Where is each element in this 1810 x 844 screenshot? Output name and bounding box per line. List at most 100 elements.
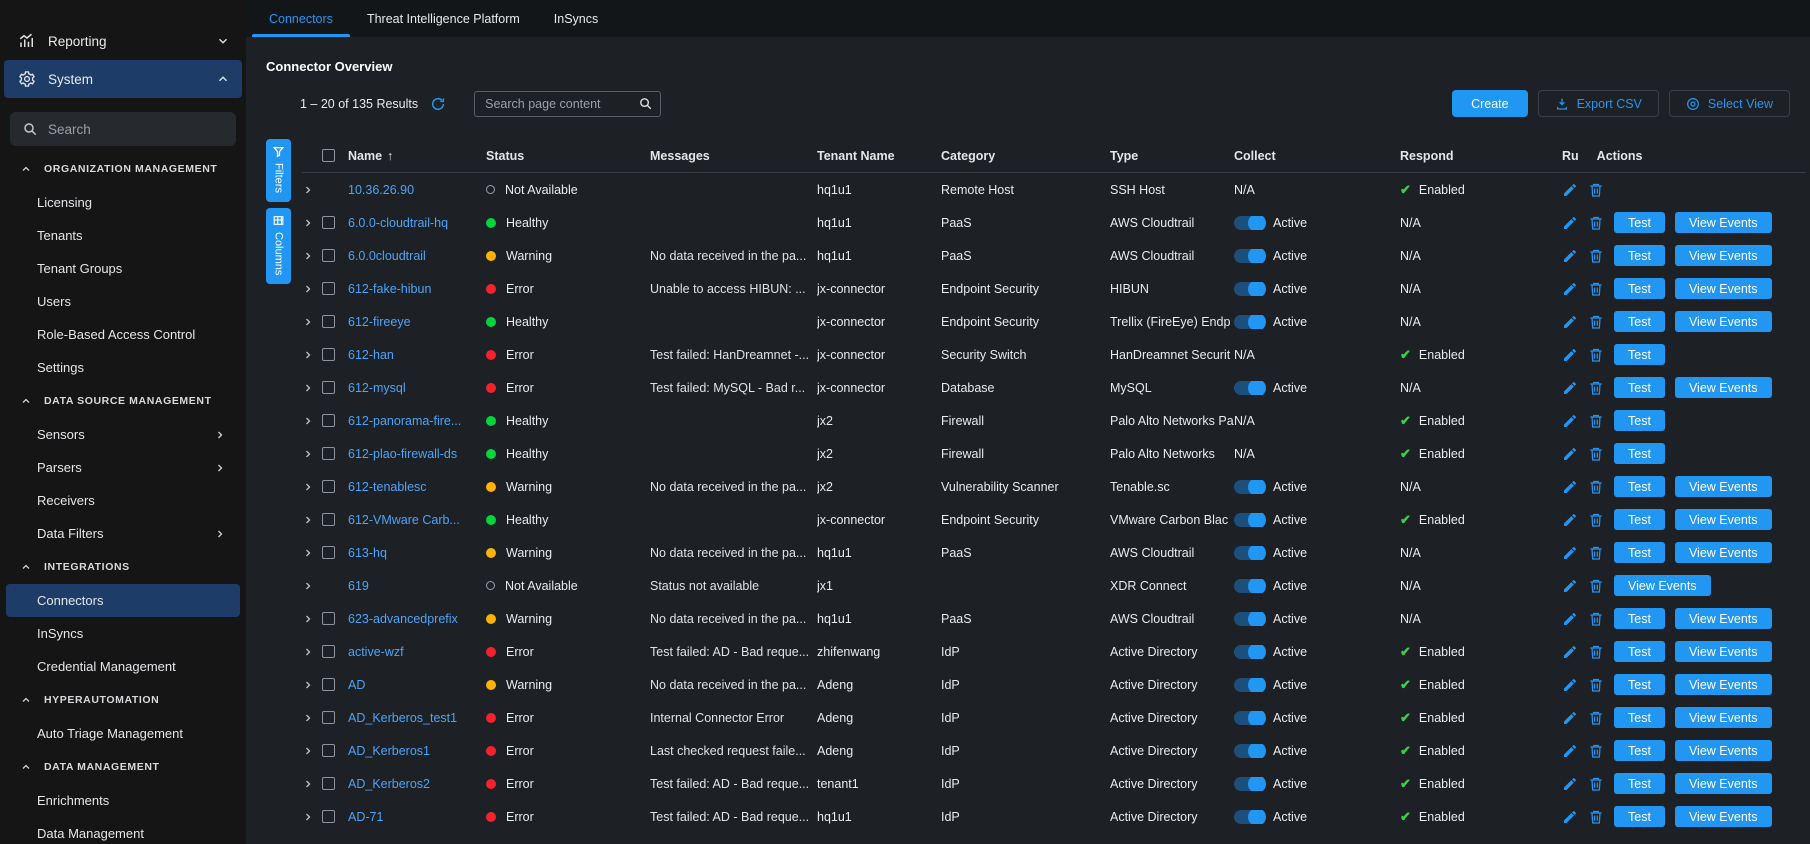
sidebar-item-tenants[interactable]: Tenants	[6, 219, 240, 252]
edit-pencil-icon[interactable]	[1562, 215, 1578, 231]
edit-pencil-icon[interactable]	[1562, 776, 1578, 792]
collect-toggle-on[interactable]	[1234, 216, 1264, 230]
view-events-button[interactable]: View Events	[1675, 377, 1772, 398]
edit-pencil-icon[interactable]	[1562, 545, 1578, 561]
collect-toggle-on[interactable]	[1234, 810, 1264, 824]
column-header-status[interactable]: Status	[486, 149, 650, 163]
delete-trash-icon[interactable]	[1588, 314, 1604, 330]
chevron-right-icon[interactable]	[302, 283, 314, 295]
chevron-right-icon[interactable]	[302, 712, 314, 724]
view-events-button[interactable]: View Events	[1675, 806, 1772, 827]
section-header-data-source-management[interactable]: DATA SOURCE MANAGEMENT	[0, 384, 246, 418]
delete-trash-icon[interactable]	[1588, 182, 1604, 198]
view-events-button[interactable]: View Events	[1675, 278, 1772, 299]
delete-trash-icon[interactable]	[1588, 776, 1604, 792]
edit-pencil-icon[interactable]	[1562, 380, 1578, 396]
chevron-right-icon[interactable]	[302, 646, 314, 658]
filters-button[interactable]: Filters	[266, 139, 291, 202]
row-checkbox[interactable]	[322, 381, 335, 394]
row-checkbox[interactable]	[322, 645, 335, 658]
chevron-right-icon[interactable]	[302, 250, 314, 262]
collect-toggle-on[interactable]	[1234, 711, 1264, 725]
view-events-button[interactable]: View Events	[1675, 740, 1772, 761]
connector-name-link[interactable]: 613-hq	[348, 546, 486, 560]
search-icon[interactable]	[638, 96, 653, 111]
column-header-name[interactable]: Name↑	[348, 149, 486, 163]
collect-toggle-on[interactable]	[1234, 579, 1264, 593]
connector-name-link[interactable]: 612-mysql	[348, 381, 486, 395]
columns-button[interactable]: Columns	[266, 208, 291, 284]
view-events-button[interactable]: View Events	[1675, 542, 1772, 563]
collect-toggle-on[interactable]	[1234, 612, 1264, 626]
delete-trash-icon[interactable]	[1588, 578, 1604, 594]
row-checkbox[interactable]	[322, 315, 335, 328]
connector-name-link[interactable]: 6.0.0-cloudtrail-hq	[348, 216, 486, 230]
collect-toggle-on[interactable]	[1234, 513, 1264, 527]
chevron-right-icon[interactable]	[302, 217, 314, 229]
test-button[interactable]: Test	[1614, 377, 1665, 398]
row-checkbox[interactable]	[322, 348, 335, 361]
delete-trash-icon[interactable]	[1588, 611, 1604, 627]
column-header-type[interactable]: Type	[1110, 149, 1234, 163]
test-button[interactable]: Test	[1614, 674, 1665, 695]
delete-trash-icon[interactable]	[1588, 248, 1604, 264]
row-checkbox[interactable]	[322, 480, 335, 493]
test-button[interactable]: Test	[1614, 641, 1665, 662]
view-events-button[interactable]: View Events	[1675, 476, 1772, 497]
chevron-right-icon[interactable]	[302, 547, 314, 559]
edit-pencil-icon[interactable]	[1562, 446, 1578, 462]
connector-name-link[interactable]: active-wzf	[348, 645, 486, 659]
tab-insyncs[interactable]: InSyncs	[537, 0, 615, 37]
connector-name-link[interactable]: 10.36.26.90	[348, 183, 486, 197]
sidebar-item-settings[interactable]: Settings	[6, 351, 240, 384]
collect-toggle-on[interactable]	[1234, 480, 1264, 494]
collect-toggle-on[interactable]	[1234, 777, 1264, 791]
connector-name-link[interactable]: AD	[348, 678, 486, 692]
section-header-data-management[interactable]: DATA MANAGEMENT	[0, 750, 246, 784]
chevron-right-icon[interactable]	[302, 580, 314, 592]
chevron-right-icon[interactable]	[302, 382, 314, 394]
row-checkbox[interactable]	[322, 711, 335, 724]
collect-toggle-on[interactable]	[1234, 678, 1264, 692]
row-checkbox[interactable]	[322, 612, 335, 625]
sidebar-item-reporting[interactable]: Reporting	[4, 22, 242, 60]
edit-pencil-icon[interactable]	[1562, 644, 1578, 660]
select-view-button[interactable]: Select View	[1669, 90, 1790, 117]
sidebar-item-tenant-groups[interactable]: Tenant Groups	[6, 252, 240, 285]
delete-trash-icon[interactable]	[1588, 644, 1604, 660]
row-checkbox[interactable]	[322, 249, 335, 262]
view-events-button[interactable]: View Events	[1675, 212, 1772, 233]
sidebar-item-role-based-access-control[interactable]: Role-Based Access Control	[6, 318, 240, 351]
test-button[interactable]: Test	[1614, 245, 1665, 266]
column-header-messages[interactable]: Messages	[650, 149, 817, 163]
view-events-button[interactable]: View Events	[1675, 311, 1772, 332]
delete-trash-icon[interactable]	[1588, 512, 1604, 528]
test-button[interactable]: Test	[1614, 707, 1665, 728]
delete-trash-icon[interactable]	[1588, 545, 1604, 561]
row-checkbox[interactable]	[322, 678, 335, 691]
create-button[interactable]: Create	[1452, 90, 1528, 117]
test-button[interactable]: Test	[1614, 443, 1665, 464]
row-checkbox[interactable]	[322, 513, 335, 526]
delete-trash-icon[interactable]	[1588, 347, 1604, 363]
chevron-right-icon[interactable]	[302, 448, 314, 460]
chevron-right-icon[interactable]	[302, 349, 314, 361]
section-header-integrations[interactable]: INTEGRATIONS	[0, 550, 246, 584]
connector-name-link[interactable]: 612-panorama-fire...	[348, 414, 486, 428]
delete-trash-icon[interactable]	[1588, 479, 1604, 495]
sidebar-item-sensors[interactable]: Sensors	[6, 418, 240, 451]
test-button[interactable]: Test	[1614, 344, 1665, 365]
sidebar-item-receivers[interactable]: Receivers	[6, 484, 240, 517]
test-button[interactable]: Test	[1614, 740, 1665, 761]
edit-pencil-icon[interactable]	[1562, 182, 1578, 198]
tab-connectors[interactable]: Connectors	[252, 0, 350, 37]
delete-trash-icon[interactable]	[1588, 710, 1604, 726]
chevron-right-icon[interactable]	[302, 415, 314, 427]
chevron-right-icon[interactable]	[302, 184, 314, 196]
sidebar-item-system[interactable]: System	[4, 60, 242, 98]
sidebar-item-licensing[interactable]: Licensing	[6, 186, 240, 219]
delete-trash-icon[interactable]	[1588, 446, 1604, 462]
view-events-button[interactable]: View Events	[1675, 608, 1772, 629]
test-button[interactable]: Test	[1614, 806, 1665, 827]
edit-pencil-icon[interactable]	[1562, 611, 1578, 627]
